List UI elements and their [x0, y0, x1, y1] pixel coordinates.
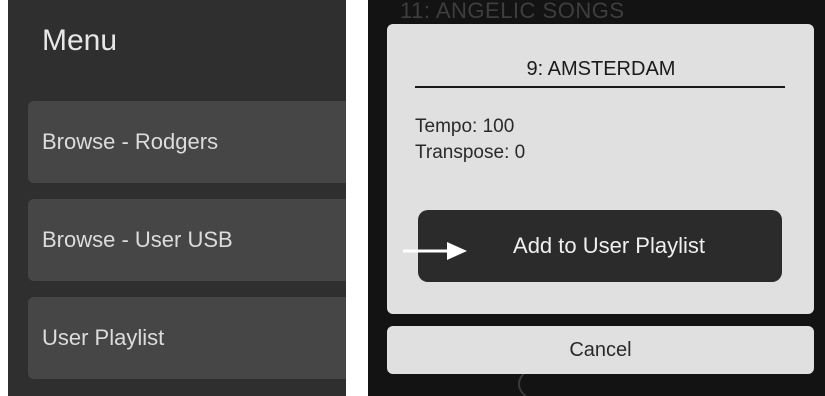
menu-panel: Menu Browse - Rodgers Browse - User USB … [8, 0, 346, 396]
tempo-value: Tempo: 100 [415, 116, 515, 137]
add-to-user-playlist-label: Add to User Playlist [513, 233, 705, 258]
song-options-dialog: 9: AMSTERDAM Tempo: 100 Transpose: 0 Add… [387, 24, 814, 314]
dialog-title: 9: AMSTERDAM [526, 58, 676, 80]
menu-item-browse-rodgers[interactable]: Browse - Rodgers [28, 101, 346, 183]
song-dialog-panel: 11: ANGELIC SONGS 9: AMSTERDAM Tempo: 10… [368, 0, 825, 396]
menu-title: Menu [42, 24, 118, 57]
cancel-label: Cancel [569, 338, 632, 361]
add-to-user-playlist-button[interactable]: Add to User Playlist [418, 210, 782, 282]
cancel-button[interactable]: Cancel [387, 326, 814, 374]
screenshot-stage: Menu Browse - Rodgers Browse - User USB … [0, 0, 825, 396]
transpose-value: Transpose: 0 [415, 142, 526, 163]
menu-item-browse-user-usb[interactable]: Browse - User USB [28, 199, 346, 281]
title-divider [415, 86, 785, 88]
right-arrow-icon [403, 242, 467, 260]
background-song-title: 11: ANGELIC SONGS [400, 0, 625, 23]
menu-item-user-playlist[interactable]: User Playlist [28, 297, 346, 379]
